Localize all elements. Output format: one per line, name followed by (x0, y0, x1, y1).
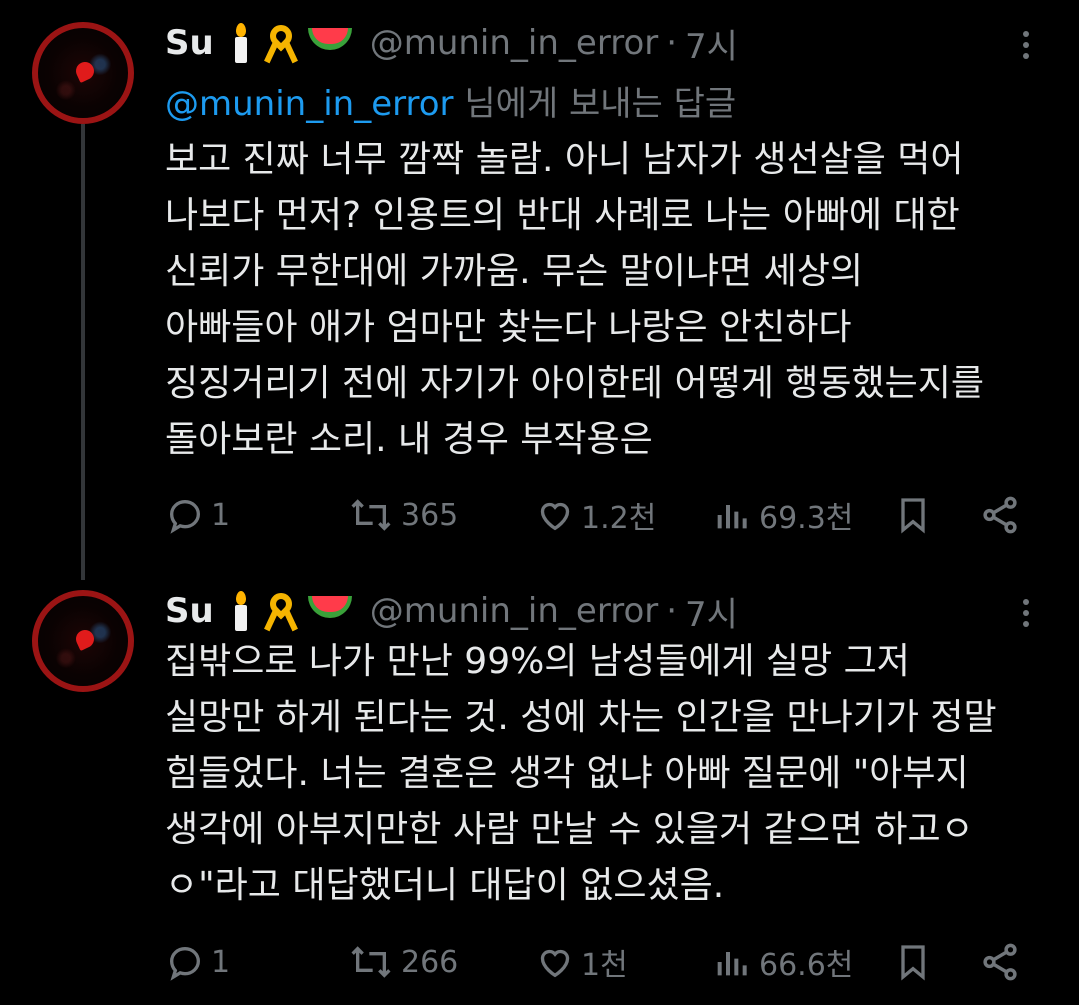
repost-count: 266 (401, 944, 459, 980)
repost-icon (351, 946, 391, 978)
reply-button[interactable]: 1 (165, 937, 230, 987)
candle-emoji-icon (230, 23, 252, 63)
yellow-ribbon-emoji-icon (263, 20, 298, 64)
heart-icon (540, 502, 570, 531)
reply-icon (169, 946, 201, 981)
tweet-text-line: 보고 진짜 너무 깜짝 놀람. 아니 남자가 생선살을 먹어 (165, 139, 964, 180)
thread-connector-line (81, 124, 85, 580)
tweet-text: 집밖으로 나가 만난 99%의 남성들에게 실망 그저 실망만 하게 된다는 것… (165, 634, 1055, 914)
replying-to-suffix: 님에게 보내는 답글 (453, 84, 737, 124)
views-button[interactable]: 69.3천 (713, 490, 853, 540)
like-button[interactable]: 1.2천 (535, 490, 656, 540)
more-options-icon[interactable] (1016, 593, 1036, 633)
reply-count: 1 (211, 944, 231, 980)
reply-mention-link[interactable]: @munin_in_error (165, 84, 454, 124)
candle-emoji-icon (230, 591, 252, 631)
tweet-text-line: 신뢰가 무한대에 가까움. 무슨 말이냐면 세상의 (165, 251, 863, 292)
yellow-ribbon-emoji-icon (263, 588, 298, 632)
share-button[interactable] (979, 937, 1021, 987)
bookmark-button[interactable] (893, 490, 933, 540)
author-handle[interactable]: @munin_in_error (370, 23, 659, 63)
tweet-text-line: 나보다 먼저? 인용트의 반대 사례로 나는 아빠에 대한 (165, 195, 960, 236)
reply-button[interactable]: 1 (165, 490, 230, 540)
author-name[interactable]: Su (165, 591, 214, 631)
repost-button[interactable]: 266 (347, 937, 458, 987)
like-count: 1천 (581, 948, 628, 983)
reply-count: 1 (211, 497, 231, 533)
tweet-header: Su @munin_in_error · 7시 (165, 586, 738, 636)
watermelon-emoji-icon (307, 28, 352, 58)
tweet-header: Su @munin_in_error · 7시 (165, 18, 738, 68)
heart-icon (540, 949, 570, 978)
separator-dot: · (666, 23, 678, 63)
timestamp[interactable]: 7시 (685, 587, 738, 636)
share-button[interactable] (979, 490, 1021, 540)
views-button[interactable]: 66.6천 (713, 937, 853, 987)
repost-button[interactable]: 365 (347, 490, 458, 540)
tweet-text-line: 생각에 아부지만한 사람 만날 수 있을거 같으면 하고ㅇ (165, 809, 974, 850)
reply-icon (169, 499, 201, 534)
tweet-text-line: 징징거리기 전에 자기가 아이한테 어떻게 행동했는지를 (165, 363, 984, 404)
tweet-text-line: 실망만 하게 된다는 것. 성에 차는 인간을 만나기가 정말 (165, 697, 997, 738)
view-count: 69.3천 (759, 501, 854, 536)
bookmark-icon (901, 498, 925, 534)
view-count: 66.6천 (759, 948, 854, 983)
watermelon-emoji-icon (307, 596, 352, 626)
tweet-text-line: 집밖으로 나가 만난 99%의 남성들에게 실망 그저 (165, 641, 910, 682)
bookmark-icon (901, 945, 925, 981)
tweet-text-line: 힘들었다. 너는 결혼은 생각 없냐 아빠 질문에 "아부지 (165, 753, 969, 794)
views-chart-icon (717, 952, 747, 976)
action-bar: 1 266 1천 66.6천 (165, 937, 1045, 987)
tweet-text-line: ㅇ"라고 대답했더니 대답이 없으셨음. (165, 865, 725, 906)
action-bar: 1 365 1.2천 69.3천 (165, 490, 1045, 540)
avatar[interactable] (32, 22, 134, 124)
separator-dot: · (666, 591, 678, 631)
repost-count: 365 (401, 497, 459, 533)
bookmark-button[interactable] (893, 937, 933, 987)
share-icon (983, 496, 1017, 534)
author-handle[interactable]: @munin_in_error (370, 591, 659, 631)
replying-to: @munin_in_error 님에게 보내는 답글 (165, 76, 736, 125)
repost-icon (351, 499, 391, 531)
like-button[interactable]: 1천 (535, 937, 628, 987)
avatar[interactable] (32, 590, 134, 692)
more-options-icon[interactable] (1016, 25, 1036, 65)
timestamp[interactable]: 7시 (685, 19, 738, 68)
tweet-text-line: 돌아보란 소리. 내 경우 부작용은 (165, 419, 653, 460)
tweet-text: 보고 진짜 너무 깜짝 놀람. 아니 남자가 생선살을 먹어 나보다 먼저? 인… (165, 132, 1055, 468)
author-name[interactable]: Su (165, 23, 214, 63)
like-count: 1.2천 (581, 501, 657, 536)
views-chart-icon (717, 505, 747, 529)
tweet-text-line: 아빠들아 애가 엄마만 찾는다 나랑은 안친하다 (165, 307, 852, 348)
share-icon (983, 943, 1017, 981)
